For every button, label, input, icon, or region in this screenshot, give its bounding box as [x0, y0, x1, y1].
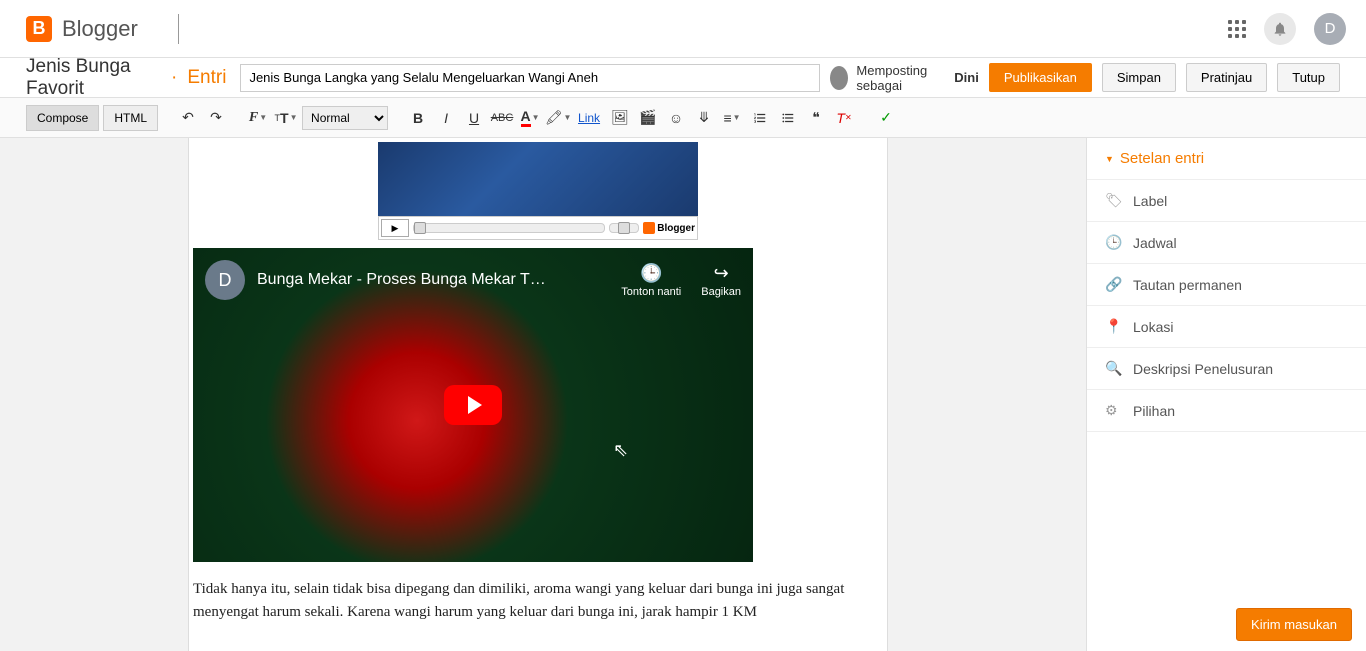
- share-button[interactable]: ↪Bagikan: [701, 263, 741, 298]
- mouse-cursor-icon: ⇖: [613, 440, 628, 461]
- sidebar-item-schedule[interactable]: 🕒Jadwal: [1087, 221, 1366, 263]
- strikethrough-icon[interactable]: ABC: [490, 106, 514, 130]
- font-size-icon[interactable]: TT▼: [274, 106, 298, 130]
- save-button[interactable]: Simpan: [1102, 63, 1176, 92]
- sidebar-item-options[interactable]: ⚙Pilihan: [1087, 389, 1366, 432]
- text-color-icon[interactable]: A▼: [518, 106, 542, 130]
- posting-user-name[interactable]: Dini: [954, 70, 979, 85]
- post-body-text[interactable]: Tidak hanya itu, selain tidak bisa dipeg…: [193, 578, 883, 623]
- align-icon[interactable]: ≡▼: [720, 106, 744, 130]
- spellcheck-icon[interactable]: ✓: [874, 106, 898, 130]
- tag-icon: 🏷: [1105, 192, 1121, 209]
- slideshow-zoom-slider[interactable]: [609, 223, 639, 233]
- video-title[interactable]: Bunga Mekar - Proses Bunga Mekar T…: [257, 271, 609, 289]
- clock-icon: 🕒: [1105, 234, 1121, 251]
- preview-button[interactable]: Pratinjau: [1186, 63, 1267, 92]
- emoji-icon[interactable]: ☺: [664, 106, 688, 130]
- sidebar-item-location[interactable]: 📍Lokasi: [1087, 305, 1366, 347]
- watch-later-button[interactable]: 🕒Tonton nanti: [621, 263, 681, 298]
- search-icon: 🔍: [1105, 360, 1121, 377]
- remove-format-icon[interactable]: T✕: [832, 106, 856, 130]
- italic-icon[interactable]: I: [434, 106, 458, 130]
- video-channel-avatar[interactable]: D: [205, 260, 245, 300]
- editor-canvas[interactable]: ▶ Blogger D Bunga Mekar - Proses Bunga M…: [188, 138, 888, 651]
- blogger-logo-icon[interactable]: B: [26, 16, 52, 42]
- notifications-icon[interactable]: [1264, 13, 1296, 45]
- sidebar-header[interactable]: ▼ Setelan entri: [1087, 138, 1366, 179]
- redo-icon[interactable]: ↷: [204, 106, 228, 130]
- sidebar-item-permalink[interactable]: 🔗Tautan permanen: [1087, 263, 1366, 305]
- numbered-list-icon[interactable]: [748, 106, 772, 130]
- underline-icon[interactable]: U: [462, 106, 486, 130]
- post-settings-sidebar: ▼ Setelan entri 🏷Label 🕒Jadwal 🔗Tautan p…: [1086, 138, 1366, 651]
- slideshow-slider[interactable]: [413, 223, 605, 233]
- breadcrumb-section[interactable]: Entri: [187, 67, 226, 89]
- blogger-badge[interactable]: Blogger: [643, 222, 695, 234]
- header-divider: [178, 14, 179, 44]
- user-avatar[interactable]: D: [1314, 13, 1346, 45]
- slideshow-play-icon[interactable]: ▶: [381, 219, 409, 237]
- sidebar-item-label[interactable]: 🏷Label: [1087, 179, 1366, 221]
- video-play-icon[interactable]: [444, 385, 502, 425]
- insert-break-icon[interactable]: ⤋: [692, 106, 716, 130]
- posting-as-label: Memposting sebagai: [856, 63, 946, 93]
- compose-tab[interactable]: Compose: [26, 105, 99, 131]
- post-title-input[interactable]: [240, 64, 820, 92]
- link-button[interactable]: Link: [574, 111, 604, 125]
- apps-icon[interactable]: [1228, 20, 1246, 38]
- sidebar-item-search-description[interactable]: 🔍Deskripsi Penelusuran: [1087, 347, 1366, 389]
- gear-icon: ⚙: [1105, 402, 1121, 419]
- image-icon[interactable]: 🖼: [608, 106, 632, 130]
- location-icon: 📍: [1105, 318, 1121, 335]
- html-tab[interactable]: HTML: [103, 105, 158, 131]
- video-icon[interactable]: 🎬: [636, 106, 660, 130]
- product-name: Blogger: [62, 16, 138, 42]
- caret-down-icon: ▼: [1105, 154, 1114, 164]
- publish-button[interactable]: Publikasikan: [989, 63, 1092, 92]
- bullet-list-icon[interactable]: [776, 106, 800, 130]
- close-button[interactable]: Tutup: [1277, 63, 1340, 92]
- posting-user-avatar: [830, 66, 848, 90]
- slideshow-image: [378, 142, 698, 216]
- send-feedback-button[interactable]: Kirim masukan: [1236, 608, 1352, 641]
- paragraph-format-select[interactable]: Normal: [302, 106, 388, 130]
- breadcrumb-separator: ·: [171, 67, 177, 89]
- bold-icon[interactable]: B: [406, 106, 430, 130]
- youtube-embed[interactable]: D Bunga Mekar - Proses Bunga Mekar T… 🕒T…: [193, 248, 753, 562]
- blog-name[interactable]: Jenis Bunga Favorit: [26, 56, 161, 100]
- slideshow-widget[interactable]: ▶ Blogger: [378, 142, 698, 240]
- font-family-icon[interactable]: F▼: [246, 106, 270, 130]
- quote-icon[interactable]: ❝: [804, 106, 828, 130]
- undo-icon[interactable]: ↶: [176, 106, 200, 130]
- link-icon: 🔗: [1105, 276, 1121, 293]
- highlight-icon[interactable]: 🖍▼: [546, 106, 570, 130]
